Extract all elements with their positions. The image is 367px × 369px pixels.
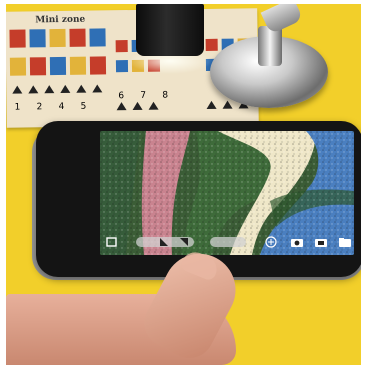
row-label: 6 bbox=[118, 91, 125, 102]
row-label: 5 bbox=[80, 101, 87, 112]
camera-toolbar bbox=[100, 234, 354, 252]
microscope-body bbox=[136, 4, 204, 56]
camera-icon[interactable] bbox=[290, 236, 304, 248]
row-label: 2 bbox=[36, 102, 43, 113]
row-label: 4 bbox=[58, 101, 65, 113]
folder-icon[interactable] bbox=[338, 236, 352, 248]
microscope-stand-neck bbox=[258, 26, 282, 66]
photo-frame: Mini zone 1 2 4 5 6 7 8 bbox=[6, 4, 361, 365]
row-label: 1 bbox=[14, 102, 21, 113]
photo-scene: Mini zone 1 2 4 5 6 7 8 bbox=[0, 0, 367, 369]
zoom-slider[interactable] bbox=[210, 237, 246, 247]
flip-vertical-icon[interactable] bbox=[178, 236, 190, 248]
row-label: 7 bbox=[140, 90, 147, 101]
flip-horizontal-icon[interactable] bbox=[158, 236, 170, 248]
triangle-marks bbox=[12, 84, 249, 111]
add-icon[interactable] bbox=[264, 236, 278, 248]
video-icon[interactable] bbox=[314, 236, 328, 248]
gallery-icon[interactable] bbox=[106, 236, 118, 248]
row-label: 8 bbox=[162, 90, 169, 101]
